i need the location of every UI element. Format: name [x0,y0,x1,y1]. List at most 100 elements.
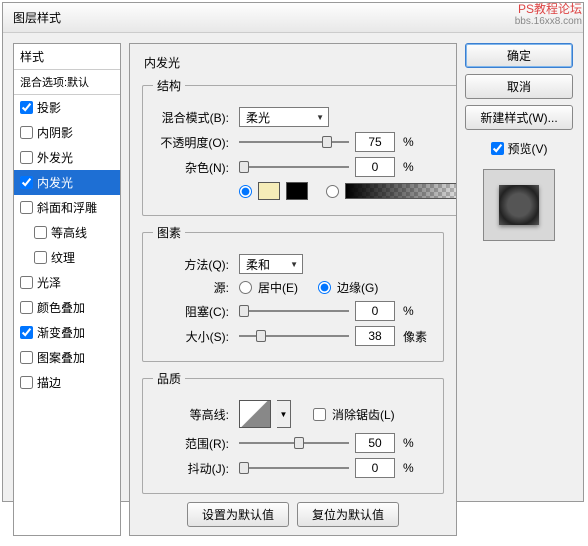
preview-box [483,169,555,241]
opacity-unit: % [403,135,414,149]
style-item[interactable]: 内发光 [14,170,120,195]
antialias-label: 消除锯齿(L) [332,406,395,423]
style-item[interactable]: 斜面和浮雕 [14,195,120,220]
style-label: 外发光 [37,149,73,166]
jitter-unit: % [403,461,414,475]
structure-legend: 结构 [153,77,185,94]
quality-group: 品质 等高线: ▼ 消除锯齿(L) 范围(R): 50 % 抖动(J): [142,370,444,494]
style-label: 内阴影 [37,124,73,141]
style-label: 斜面和浮雕 [37,199,97,216]
color-swatch[interactable] [258,182,280,200]
style-label: 描边 [37,374,61,391]
noise-label: 杂色(N): [153,159,229,176]
preview-label: 预览(V) [508,140,548,157]
gradient-radio[interactable] [326,185,339,198]
color-swatch-black[interactable] [286,182,308,200]
blend-mode-label: 混合模式(B): [153,109,229,126]
style-item[interactable]: 内阴影 [14,120,120,145]
range-input[interactable]: 50 [355,433,395,453]
dialog-body: 样式 混合选项:默认 投影内阴影外发光内发光斜面和浮雕等高线纹理光泽颜色叠加渐变… [3,33,583,546]
antialias-checkbox[interactable] [313,408,326,421]
jitter-slider[interactable] [239,460,349,476]
range-slider[interactable] [239,435,349,451]
style-item[interactable]: 光泽 [14,270,120,295]
quality-legend: 品质 [153,370,185,387]
style-checkbox[interactable] [20,351,33,364]
opacity-label: 不透明度(O): [153,134,229,151]
styles-header: 样式 [14,44,120,70]
style-item[interactable]: 投影 [14,95,120,120]
style-checkbox[interactable] [20,276,33,289]
noise-slider[interactable] [239,159,349,175]
style-label: 纹理 [51,249,75,266]
watermark-line2: bbs.16xx8.com [515,16,582,28]
style-label: 图案叠加 [37,349,85,366]
choke-label: 阻塞(C): [153,303,229,320]
source-edge-radio[interactable] [318,281,331,294]
size-unit: 像素 [403,328,427,345]
size-input[interactable]: 38 [355,326,395,346]
style-item[interactable]: 等高线 [14,220,120,245]
style-checkbox[interactable] [20,176,33,189]
style-item[interactable]: 纹理 [14,245,120,270]
elements-group: 图素 方法(Q): 柔和 源: 居中(E) 边缘(G) 阻塞(C): 0 [142,224,444,362]
choke-slider[interactable] [239,303,349,319]
style-checkbox[interactable] [20,376,33,389]
range-label: 范围(R): [153,435,229,452]
style-item[interactable]: 图案叠加 [14,345,120,370]
style-item[interactable]: 外发光 [14,145,120,170]
watermark-line1: PS教程论坛 [515,2,582,16]
opacity-input[interactable]: 75 [355,132,395,152]
contour-picker[interactable] [239,400,271,428]
cancel-button[interactable]: 取消 [465,74,573,99]
technique-dropdown[interactable]: 柔和 [239,254,303,274]
styles-panel: 样式 混合选项:默认 投影内阴影外发光内发光斜面和浮雕等高线纹理光泽颜色叠加渐变… [13,43,121,536]
style-label: 光泽 [37,274,61,291]
source-edge-label: 边缘(G) [337,279,378,296]
contour-label: 等高线: [153,406,229,423]
style-checkbox[interactable] [20,201,33,214]
source-center-radio[interactable] [239,281,252,294]
source-center-label: 居中(E) [258,279,298,296]
style-checkbox[interactable] [20,101,33,114]
gradient-preview[interactable] [345,183,457,199]
preview-checkbox[interactable] [491,142,504,155]
style-label: 投影 [37,99,61,116]
panel-title: 内发光 [142,52,444,77]
blend-defaults[interactable]: 混合选项:默认 [14,70,120,95]
opacity-slider[interactable] [239,134,349,150]
jitter-input[interactable]: 0 [355,458,395,478]
size-slider[interactable] [239,328,349,344]
choke-input[interactable]: 0 [355,301,395,321]
main-panel: 内发光 结构 混合模式(B): 柔光 不透明度(O): 75 % 杂色(N): … [129,43,457,536]
style-item[interactable]: 渐变叠加 [14,320,120,345]
style-checkbox[interactable] [20,301,33,314]
choke-unit: % [403,304,414,318]
style-checkbox[interactable] [20,151,33,164]
jitter-label: 抖动(J): [153,460,229,477]
style-label: 等高线 [51,224,87,241]
structure-group: 结构 混合模式(B): 柔光 不透明度(O): 75 % 杂色(N): 0 % [142,77,457,216]
style-label: 颜色叠加 [37,299,85,316]
color-radio[interactable] [239,185,252,198]
style-checkbox[interactable] [34,226,47,239]
dialog-title: 图层样式 [3,3,583,33]
new-style-button[interactable]: 新建样式(W)... [465,105,573,130]
elements-legend: 图素 [153,224,185,241]
style-checkbox[interactable] [20,326,33,339]
style-checkbox[interactable] [34,251,47,264]
style-label: 内发光 [37,174,73,191]
style-checkbox[interactable] [20,126,33,139]
source-label: 源: [153,279,229,296]
right-panel: 确定 取消 新建样式(W)... 预览(V) [465,43,573,536]
style-item[interactable]: 颜色叠加 [14,295,120,320]
layer-style-dialog: 图层样式 样式 混合选项:默认 投影内阴影外发光内发光斜面和浮雕等高线纹理光泽颜… [2,2,584,502]
size-label: 大小(S): [153,328,229,345]
contour-dropdown-icon[interactable]: ▼ [277,400,291,428]
blend-mode-dropdown[interactable]: 柔光 [239,107,329,127]
style-item[interactable]: 描边 [14,370,120,395]
noise-input[interactable]: 0 [355,157,395,177]
preview-thumbnail [499,185,539,225]
style-label: 渐变叠加 [37,324,85,341]
ok-button[interactable]: 确定 [465,43,573,68]
